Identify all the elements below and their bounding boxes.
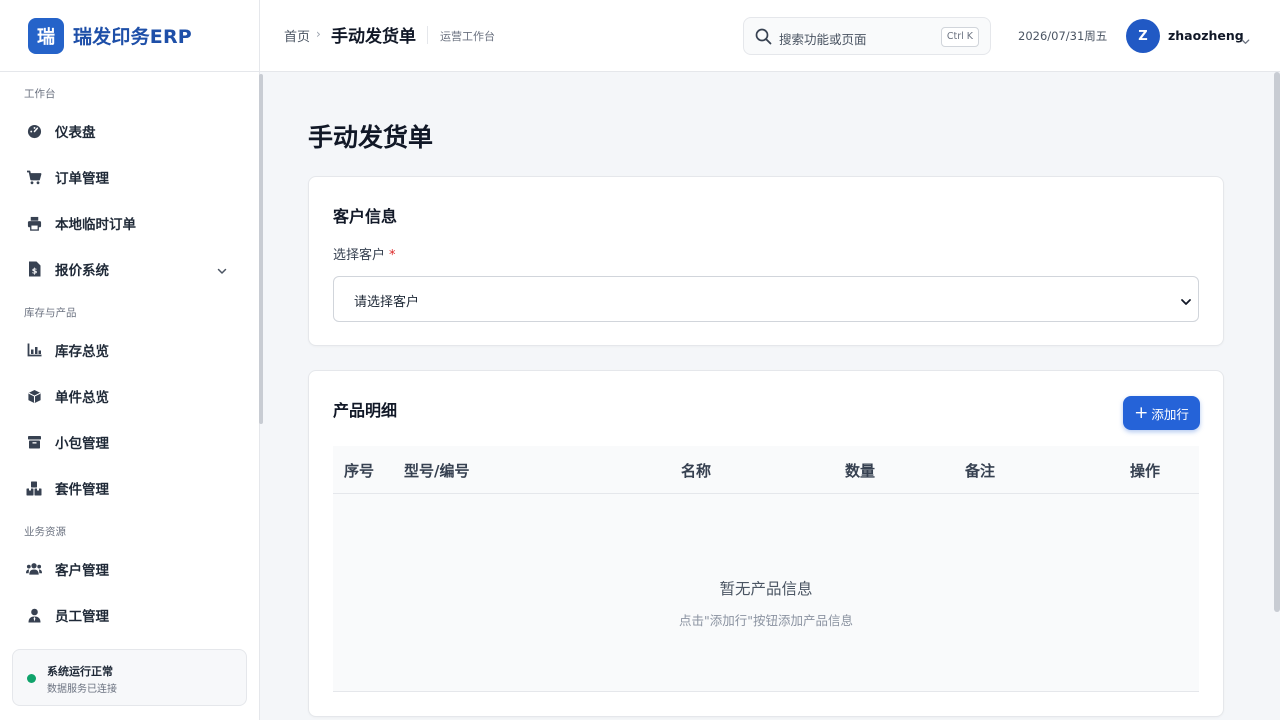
- sidebar-item-label: 报价系统: [55, 263, 109, 279]
- breadcrumb-current: 手动发货单: [331, 27, 416, 47]
- sidebar-item-label: 单件总览: [55, 390, 109, 406]
- printer-icon: [26, 215, 42, 231]
- system-status-card: 系统运行正常 数据服务已连接: [12, 649, 247, 706]
- column-header-quantity: 数量: [845, 462, 876, 480]
- sidebar-item-kits[interactable]: 套件管理: [12, 468, 242, 508]
- required-mark: *: [389, 248, 396, 263]
- add-row-label: 添加行: [1151, 406, 1189, 422]
- customer-select-label: 选择客户 *: [333, 244, 396, 263]
- breadcrumb-separator: ›: [316, 27, 321, 41]
- chevron-down-icon[interactable]: [1240, 32, 1251, 51]
- sidebar-item-label: 员工管理: [55, 609, 109, 625]
- user-icon: [26, 607, 42, 623]
- column-header-model: 型号/编号: [404, 462, 470, 480]
- breadcrumb-divider: [427, 26, 428, 44]
- table-header: 序号 型号/编号 名称 数量 备注 操作: [333, 446, 1199, 494]
- logo-icon: 瑞: [28, 17, 64, 54]
- users-icon: [26, 561, 42, 577]
- app-name: 瑞发印务ERP: [73, 26, 192, 48]
- customer-select[interactable]: 请选择客户: [333, 276, 1199, 322]
- empty-state-title: 暂无产品信息: [719, 580, 813, 598]
- search-icon: [755, 28, 772, 49]
- sidebar-item-label: 套件管理: [55, 482, 109, 498]
- column-header-name: 名称: [681, 462, 712, 480]
- nav-group-label: 库存与产品: [24, 307, 77, 319]
- boxes-icon: [26, 480, 42, 496]
- sidebar-nav: 工作台 仪表盘 订单管理 本地临时订单 $ 报价系统 库存与产品 库存总览 单件…: [0, 72, 254, 642]
- customer-info-card: 客户信息 选择客户 * 请选择客户: [308, 176, 1224, 346]
- cart-icon: [26, 169, 42, 185]
- sidebar-item-label: 小包管理: [55, 436, 109, 452]
- chart-icon: [26, 342, 42, 358]
- sidebar-item-dashboard[interactable]: 仪表盘: [12, 111, 242, 151]
- status-dot: [27, 674, 36, 683]
- card-title: 产品明细: [333, 401, 398, 420]
- sidebar-scrollbar[interactable]: [259, 74, 263, 424]
- product-details-card: 产品明细 + 添加行 序号 型号/编号 名称 数量 备注 操作 暂无产品信息 点…: [308, 370, 1224, 717]
- sidebar-item-label: 库存总览: [55, 344, 109, 360]
- sidebar-item-packages[interactable]: 小包管理: [12, 422, 242, 462]
- current-date: 2026/07/31周五: [1018, 29, 1108, 43]
- sidebar-item-staff[interactable]: 员工管理: [12, 595, 242, 635]
- customer-select-value: 请选择客户: [354, 295, 420, 310]
- avatar[interactable]: Z: [1126, 19, 1160, 53]
- user-name[interactable]: zhaozheng: [1168, 28, 1244, 43]
- sidebar-item-label: 客户管理: [55, 563, 109, 579]
- logo-area[interactable]: 瑞 瑞发印务ERP: [0, 0, 259, 72]
- nav-group-label: 工作台: [24, 88, 56, 100]
- top-bar: 首页 › 手动发货单 运营工作台 搜索功能或页面 Ctrl K 2026/07/…: [260, 0, 1280, 72]
- empty-state-hint: 点击"添加行"按钮添加产品信息: [679, 613, 853, 628]
- sidebar-item-units[interactable]: 单件总览: [12, 376, 242, 416]
- sidebar-item-customers[interactable]: 客户管理: [12, 549, 242, 589]
- customer-select-label-text: 选择客户: [333, 248, 386, 263]
- sidebar-item-label: 本地临时订单: [55, 217, 136, 233]
- box-icon: [26, 388, 42, 404]
- nav-group-label: 业务资源: [24, 526, 66, 538]
- column-header-actions: 操作: [1130, 462, 1161, 480]
- sidebar: 瑞 瑞发印务ERP 工作台 仪表盘 订单管理 本地临时订单 $ 报价系统 库存与…: [0, 0, 263, 720]
- status-title: 系统运行正常: [47, 665, 113, 678]
- sidebar-item-orders[interactable]: 订单管理: [12, 157, 242, 197]
- package-icon: [26, 434, 42, 450]
- empty-state: 暂无产品信息 点击"添加行"按钮添加产品信息: [333, 494, 1199, 692]
- breadcrumb-context: 运营工作台: [440, 30, 495, 43]
- chevron-down-icon: [216, 262, 228, 281]
- status-subtitle: 数据服务已连接: [47, 684, 117, 695]
- chevron-down-icon: [1180, 293, 1192, 312]
- svg-text:$: $: [31, 267, 37, 276]
- dashboard-icon: [26, 123, 42, 139]
- plus-icon: +: [1134, 402, 1149, 423]
- add-row-button[interactable]: + 添加行: [1123, 396, 1200, 430]
- page-title: 手动发货单: [308, 123, 434, 152]
- sidebar-item-quotes[interactable]: $ 报价系统: [12, 249, 242, 289]
- search-placeholder: 搜索功能或页面: [779, 32, 867, 47]
- search-shortcut-badge: Ctrl K: [940, 27, 979, 47]
- invoice-icon: $: [26, 261, 42, 277]
- search-input[interactable]: 搜索功能或页面 Ctrl K: [743, 17, 991, 55]
- sidebar-item-label: 仪表盘: [55, 125, 96, 141]
- column-header-index: 序号: [344, 462, 375, 480]
- main-scrollbar[interactable]: [1274, 72, 1280, 612]
- breadcrumb-home[interactable]: 首页: [284, 26, 310, 45]
- sidebar-item-label: 订单管理: [55, 171, 109, 187]
- column-header-remarks: 备注: [965, 462, 996, 480]
- sidebar-item-inventory[interactable]: 库存总览: [12, 330, 242, 370]
- sidebar-item-local-orders[interactable]: 本地临时订单: [12, 203, 242, 243]
- card-title: 客户信息: [333, 207, 398, 226]
